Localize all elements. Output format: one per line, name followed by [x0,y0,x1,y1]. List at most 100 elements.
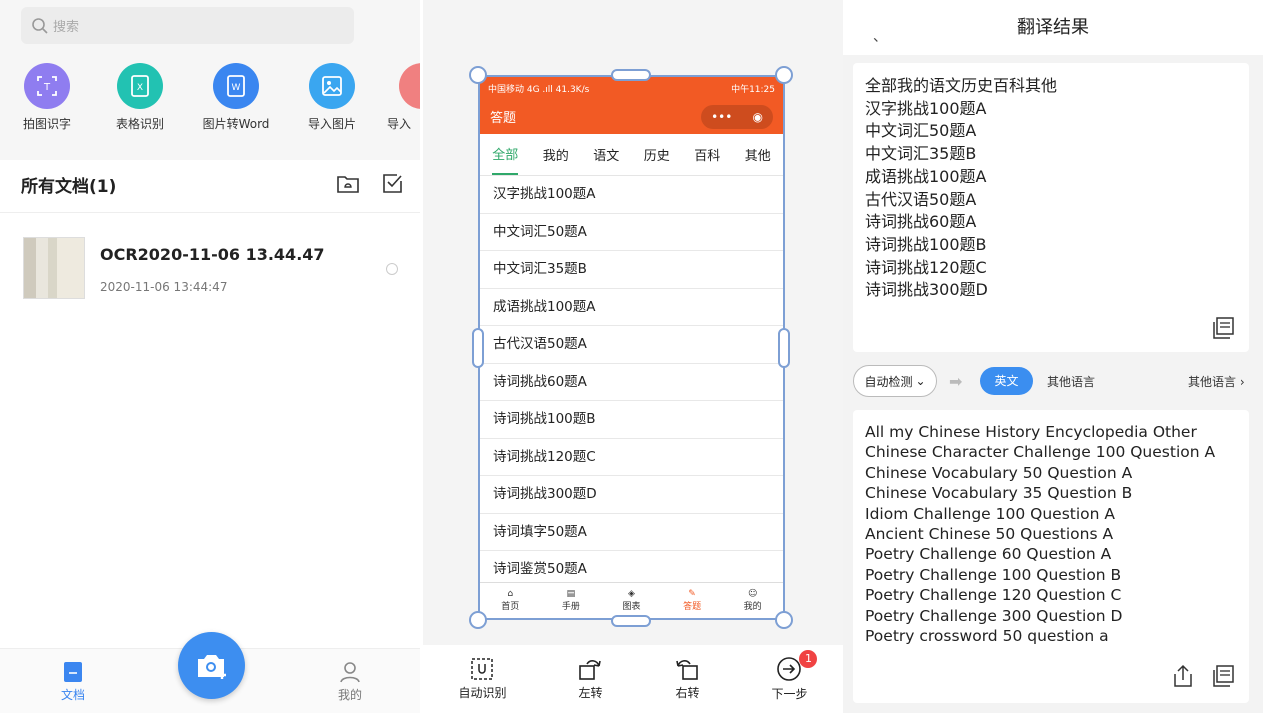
rotate-right-button[interactable]: 右转 [674,657,700,701]
share-icon[interactable] [1171,664,1195,692]
more-dots-icon: ••• [711,109,733,124]
source-line: 诗词挑战60题A [865,212,977,232]
translation-line: Poetry Challenge 300 Question D [865,606,1123,625]
notification-badge: 1 [799,650,818,668]
tool-table[interactable]: X 表格识别 [105,63,175,132]
camera-button[interactable] [178,632,245,699]
source-line: 汉字挑战100题A [865,98,987,118]
other-language-more[interactable]: 其他语言 › [1188,373,1245,390]
text-scan-icon: T [24,63,70,109]
list-item: 诗词填字50题A [480,514,783,551]
nav-mine[interactable]: 我的 [332,661,368,703]
list-item: 诗词挑战60题A [480,364,783,401]
source-language-label: 自动检测 [864,374,913,389]
source-line: 成语挑战100题A [865,166,987,186]
document-select-radio[interactable] [386,263,398,275]
close-target-icon: ◉ [752,109,763,124]
next-step-button[interactable]: 1 下一步 [771,650,818,702]
tool-photo-text[interactable]: T 拍图识字 [12,63,82,132]
translation-line: Chinese Vocabulary 35 Question B [865,484,1133,503]
tool-img-to-word[interactable]: W 图片转Word [201,63,271,132]
phone-tab-home: ⌂ 首页 [501,589,519,612]
list-item: 诗词挑战300题D [480,476,783,514]
miniprogram-capsule: ••• ◉ [701,104,773,129]
crop-handle-bottom-left[interactable] [469,611,487,629]
document-name: OCR2020-11-06 13.44.47 [100,245,325,264]
target-language-english[interactable]: 英文 [980,367,1033,395]
chevron-right-icon: › [1239,375,1245,389]
source-text-box: 全部我的语文历史百科其他 汉字挑战100题A 中文词汇50题A 中文词汇35题B… [853,63,1249,352]
cropped-screenshot: 中国移动 4G .ıll 41.3K/s 中午11:25 答题 ••• ◉ 全部… [478,75,785,620]
source-line: 古代汉语50题A [865,189,977,209]
crop-screen: 中国移动 4G .ıll 41.3K/s 中午11:25 答题 ••• ◉ 全部… [423,0,843,713]
search-input[interactable]: 搜索 [21,7,354,44]
crop-handle-top-left[interactable] [469,66,487,84]
document-thumbnail [23,237,85,299]
status-right: 中午11:25 [731,84,775,95]
list-item: 中文词汇50题A [480,214,783,251]
crop-handle-bottom-right[interactable] [775,611,793,629]
divider [0,212,420,213]
tool-import[interactable]: 导入 [387,63,420,132]
ocr-app-home: 搜索 T 拍图识字 X 表格识别 W 图片转Word 导入图片 导入 所有文档(… [0,0,420,713]
tab-mine: 我的 [542,149,569,164]
phone-app-bar: 答题 ••• ◉ [480,99,783,134]
table-excel-icon: X [117,63,163,109]
phone-tab-label: 首页 [501,602,520,612]
status-left: 中国移动 4G .ıll 41.3K/s [488,84,590,95]
source-line: 诗词挑战300题D [865,280,988,300]
crop-handle-bottom[interactable] [611,615,651,627]
crop-handle-right[interactable] [778,328,790,368]
other-language-option[interactable]: 其他语言 [1047,373,1095,390]
list-item: 中文词汇35题B [480,251,783,289]
rotate-left-button[interactable]: 左转 [577,657,603,701]
next-step-label: 下一步 [771,687,808,701]
rotate-right-label: 右转 [675,686,700,700]
app-title: 答题 [490,111,517,126]
phone-tab-label: 图表 [622,602,641,612]
document-icon [64,662,82,682]
tab-encyclopedia: 百科 [694,149,721,164]
tool-label: 图片转Word [202,117,270,131]
source-language-dropdown[interactable]: 自动检测 ⌄ [853,365,937,397]
tool-import-image[interactable]: 导入图片 [297,63,367,132]
list-item: 诗词挑战100题B [480,401,783,439]
layers-icon: ◈ [628,589,635,599]
phone-tab-answer: ✎ 答题 [683,589,701,612]
translation-line: Poetry Challenge 100 Question B [865,565,1122,584]
tool-label: 表格识别 [115,117,164,131]
select-checkbox-icon[interactable] [382,172,404,196]
svg-text:T: T [43,82,51,93]
nav-mine-label: 我的 [337,688,362,702]
crop-handle-left[interactable] [472,328,484,368]
crop-handle-top[interactable] [611,69,651,81]
auto-detect-button[interactable]: 自动识别 [458,657,507,701]
translation-line: Chinese Vocabulary 50 Question A [865,463,1133,482]
copy-icon[interactable] [1211,316,1235,344]
word-doc-icon: W [213,63,259,109]
translation-text-box: All my Chinese History Encyclopedia Othe… [853,410,1249,703]
home-icon: ⌂ [507,589,514,599]
phone-tab-mine: ☺ 我的 [744,589,762,612]
crop-handle-top-right[interactable] [775,66,793,84]
search-icon [32,17,48,34]
svg-text:X: X [137,83,143,93]
source-line: 中文词汇50题A [865,121,977,141]
new-folder-icon[interactable] [336,172,360,196]
source-text: 全部我的语文历史百科其他 汉字挑战100题A 中文词汇50题A 中文词汇35题B… [865,75,1057,305]
translation-line: Ancient Chinese 50 Questions A [865,525,1114,544]
section-title: 所有文档(1) [21,177,117,197]
camera-add-icon [197,654,226,679]
phone-tab-label: 我的 [743,602,762,612]
translation-line: Poetry crossword 50 question a [865,627,1109,646]
translation-result: 翻译结果 、 全部我的语文历史百科其他 汉字挑战100题A 中文词汇50题A 中… [843,0,1263,713]
list-item: 汉字挑战100题A [480,176,783,214]
question-list: 汉字挑战100题A 中文词汇50题A 中文词汇35题B 成语挑战100题A 古代… [480,176,783,589]
document-date: 2020-11-06 13:44:47 [100,280,228,294]
language-bar: 自动检测 ⌄ ➡ 英文 其他语言 其他语言 › [843,362,1263,400]
user-icon [340,662,360,683]
chevron-down-icon: ⌄ [915,374,926,388]
copy-icon[interactable] [1211,664,1235,692]
nav-docs[interactable]: 文档 [55,661,91,703]
manual-icon: ▤ [566,589,576,599]
